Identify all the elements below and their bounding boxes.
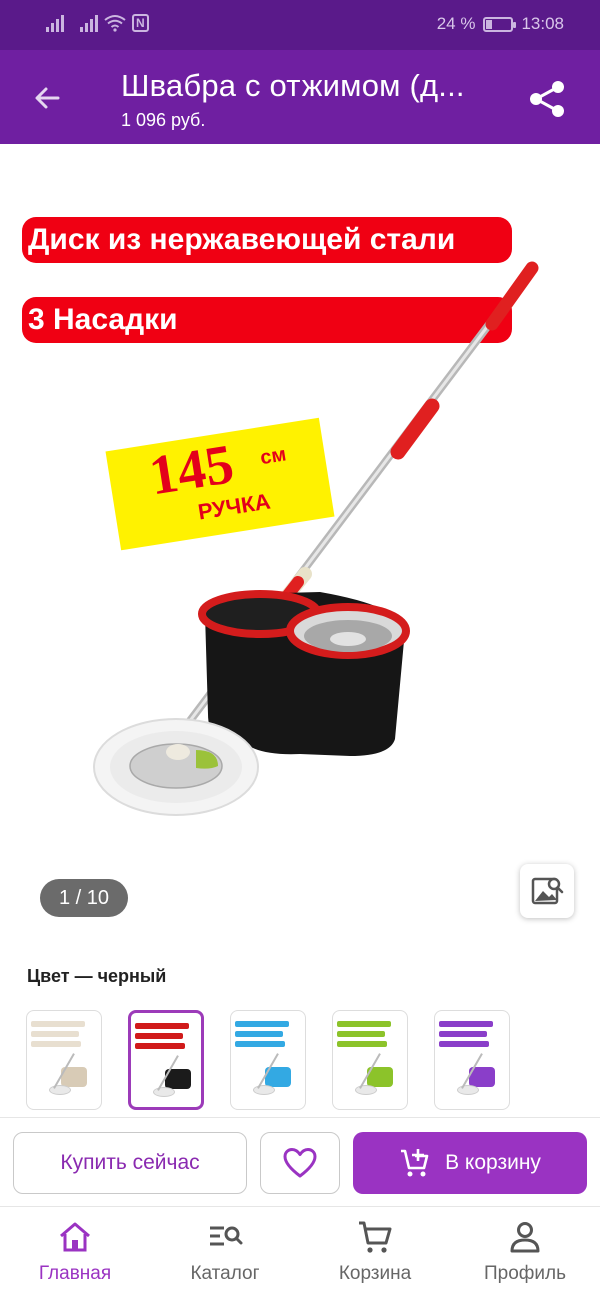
- color-swatches: [26, 1010, 510, 1110]
- profile-icon: [510, 1222, 540, 1253]
- nav-item-cart[interactable]: Корзина: [300, 1207, 450, 1299]
- status-icons-right: 24 % 13:08: [437, 14, 564, 34]
- color-label: Цвет — черный: [27, 966, 167, 986]
- nav-item-catalog[interactable]: Каталог: [150, 1207, 300, 1299]
- status-bar: N 24 % 13:08: [0, 0, 600, 50]
- home-icon: [60, 1222, 90, 1252]
- wifi-icon: [104, 15, 126, 32]
- nav-item-profile[interactable]: Профиль: [450, 1207, 600, 1299]
- catalog-search-icon: [210, 1226, 243, 1246]
- color-swatch-blue[interactable]: [230, 1010, 306, 1110]
- color-swatch-beige[interactable]: [26, 1010, 102, 1110]
- product-title: Швабра с отжимом (д...: [121, 68, 465, 103]
- mop-bucket-image: [93, 261, 539, 816]
- cart-plus-icon: [401, 1149, 429, 1177]
- bottom-navigation: Главная Каталог Корзина Профиль: [0, 1207, 600, 1299]
- battery-percent: 24 %: [436, 14, 476, 33]
- divider: [0, 1117, 600, 1118]
- cart-icon: [359, 1221, 392, 1253]
- product-price: 1 096 руб.: [121, 110, 206, 130]
- nav-label-home: Главная: [38, 1263, 112, 1284]
- status-icons-left: N: [46, 14, 149, 32]
- add-to-cart-button[interactable]: В корзину: [353, 1132, 587, 1194]
- image-search-icon: [531, 877, 564, 905]
- color-swatch-black[interactable]: [128, 1010, 204, 1110]
- color-swatch-green[interactable]: [332, 1010, 408, 1110]
- image-search-button[interactable]: [520, 864, 574, 918]
- heart-icon: [283, 1148, 317, 1178]
- share-icon[interactable]: [526, 78, 568, 120]
- nav-label-profile: Профиль: [483, 1263, 567, 1284]
- signal-icon: [80, 14, 98, 32]
- color-swatch-purple[interactable]: [434, 1010, 510, 1110]
- nav-label-cart: Корзина: [338, 1263, 412, 1284]
- buy-now-button[interactable]: Купить сейчас: [13, 1132, 247, 1194]
- add-to-cart-label: В корзину: [445, 1151, 541, 1174]
- nfc-icon: N: [132, 14, 149, 32]
- app-bar: Швабра с отжимом (д... 1 096 руб.: [0, 50, 600, 144]
- favorite-button[interactable]: [260, 1132, 340, 1194]
- nav-label-catalog: Каталог: [190, 1263, 260, 1284]
- clock: 13:08: [521, 14, 564, 33]
- image-counter: 1 / 10: [40, 879, 128, 917]
- product-gallery[interactable]: Диск из нержавеющей стали 3 Насадки 145 …: [0, 144, 600, 934]
- battery-icon: [483, 16, 517, 32]
- nav-item-home[interactable]: Главная: [0, 1207, 150, 1299]
- signal-icon: [46, 14, 64, 32]
- arrow-left-icon[interactable]: [28, 78, 68, 118]
